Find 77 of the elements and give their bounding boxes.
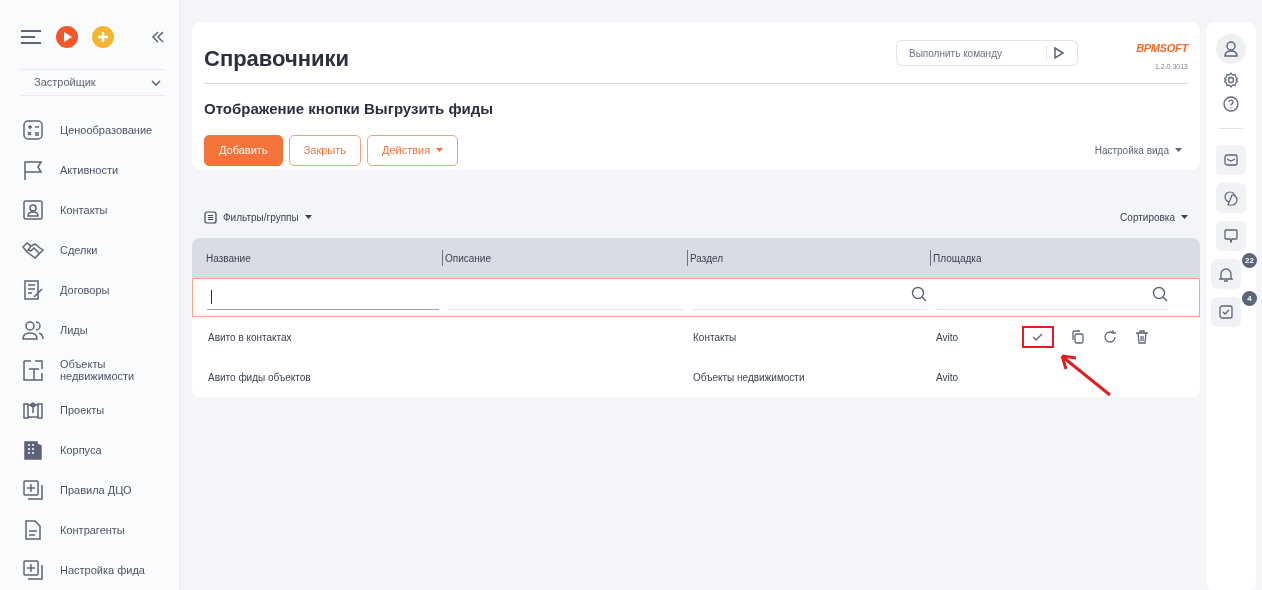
refresh-icon[interactable] bbox=[1102, 329, 1118, 345]
speech-bubble-icon bbox=[1224, 229, 1238, 243]
settings-icon[interactable] bbox=[1223, 72, 1239, 88]
add-copy-icon bbox=[22, 479, 44, 501]
search-icon[interactable] bbox=[911, 285, 927, 302]
caret-icon bbox=[436, 148, 444, 152]
building-icon bbox=[22, 439, 44, 461]
chat-button[interactable] bbox=[1216, 183, 1246, 213]
delete-icon[interactable] bbox=[1134, 329, 1150, 345]
table-cell-text: Avito bbox=[936, 370, 959, 385]
chevron-icon bbox=[151, 79, 161, 86]
sidebar-item[interactable]: Настройка фида bbox=[60, 564, 156, 576]
bell-icon bbox=[1219, 266, 1233, 282]
search-icon[interactable] bbox=[1152, 285, 1168, 302]
text-cursor bbox=[211, 290, 212, 304]
tasks-button[interactable] bbox=[1211, 297, 1241, 327]
page-subtitle: Отображение кнопки Выгрузить фиды bbox=[204, 99, 495, 119]
caret-icon bbox=[304, 215, 312, 219]
task-count-badge: 4 bbox=[1242, 291, 1257, 306]
workspace-select[interactable]: Застройщик bbox=[20, 69, 165, 96]
sidebar-item[interactable]: Контакты bbox=[60, 204, 156, 216]
caret-icon bbox=[1175, 148, 1182, 152]
notifications-button[interactable] bbox=[1211, 259, 1241, 289]
sidebar-item[interactable]: Лиды bbox=[60, 324, 156, 336]
table-row[interactable]: Авито в контактах Контакты Avito bbox=[192, 317, 1200, 357]
flag-icon bbox=[22, 159, 44, 181]
calculator-icon bbox=[22, 119, 44, 141]
logo: BPMSOFT bbox=[1136, 41, 1188, 56]
person-icon bbox=[1224, 41, 1238, 57]
floor-plan-icon bbox=[22, 359, 44, 381]
sorting-dropdown[interactable]: Сортировка bbox=[1120, 209, 1188, 225]
caret-icon bbox=[1181, 215, 1188, 219]
sidebar-item[interactable]: Сделки bbox=[60, 244, 156, 256]
annotation-arrow bbox=[1058, 353, 1112, 397]
checkbox-icon bbox=[1219, 305, 1233, 319]
confirm-button[interactable] bbox=[1022, 326, 1054, 348]
table-row[interactable]: Авито фиды объектов Объекты недвижимости Avito bbox=[192, 357, 1200, 397]
sidebar-item[interactable]: Объекты недвижимости bbox=[60, 358, 156, 382]
help-icon[interactable] bbox=[1223, 96, 1239, 112]
column-header[interactable]: Раздел bbox=[690, 250, 724, 266]
page-title: Справочники bbox=[204, 45, 350, 73]
view-settings-dropdown[interactable]: Настройка вида bbox=[1094, 142, 1188, 158]
add-copy-icon bbox=[22, 559, 44, 581]
sidebar-item[interactable]: Корпуса bbox=[60, 444, 156, 456]
platform-filter-field[interactable] bbox=[935, 285, 1168, 310]
people-icon bbox=[22, 319, 44, 341]
sidebar-item[interactable]: Проекты bbox=[60, 404, 156, 416]
table-cell-text: Контакты bbox=[693, 330, 737, 345]
table-cell-text: Объекты недвижимости bbox=[693, 370, 805, 385]
filters-dropdown[interactable]: Фильтры/группы bbox=[204, 209, 312, 225]
contact-card-icon bbox=[22, 199, 44, 221]
file-icon bbox=[22, 519, 44, 541]
menu-icon[interactable] bbox=[20, 28, 42, 45]
sidebar-item[interactable]: Контрагенты bbox=[60, 524, 156, 536]
handshake-icon bbox=[22, 239, 44, 261]
play-icon[interactable] bbox=[56, 25, 78, 48]
mail-button[interactable] bbox=[1216, 145, 1246, 175]
sidebar-item[interactable]: Правила ДЦО bbox=[60, 484, 156, 496]
sidebar-item[interactable]: Активности bbox=[60, 164, 156, 176]
collapse-icon[interactable] bbox=[151, 29, 165, 44]
table-cell-text: Авито фиды объектов bbox=[208, 370, 311, 385]
notification-count-badge: 22 bbox=[1242, 253, 1257, 268]
section-filter-field[interactable] bbox=[692, 285, 927, 310]
copy-icon[interactable] bbox=[1070, 329, 1086, 345]
table-cell-text: Avito bbox=[936, 330, 959, 345]
sidebar-item[interactable]: Ценообразование bbox=[60, 124, 156, 136]
column-header[interactable]: Описание bbox=[445, 250, 491, 266]
comment-button[interactable] bbox=[1216, 221, 1246, 251]
table-cell-text: Авито в контактах bbox=[208, 330, 292, 345]
document-icon bbox=[22, 279, 44, 301]
profile-button[interactable] bbox=[1216, 34, 1246, 64]
list-icon bbox=[204, 210, 217, 224]
blueprint-icon bbox=[22, 399, 44, 421]
column-header[interactable]: Площадка bbox=[933, 250, 982, 266]
sidebar-item[interactable]: Договоры bbox=[60, 284, 156, 296]
envelope-icon bbox=[1224, 154, 1238, 166]
column-header[interactable]: Название bbox=[206, 250, 251, 266]
